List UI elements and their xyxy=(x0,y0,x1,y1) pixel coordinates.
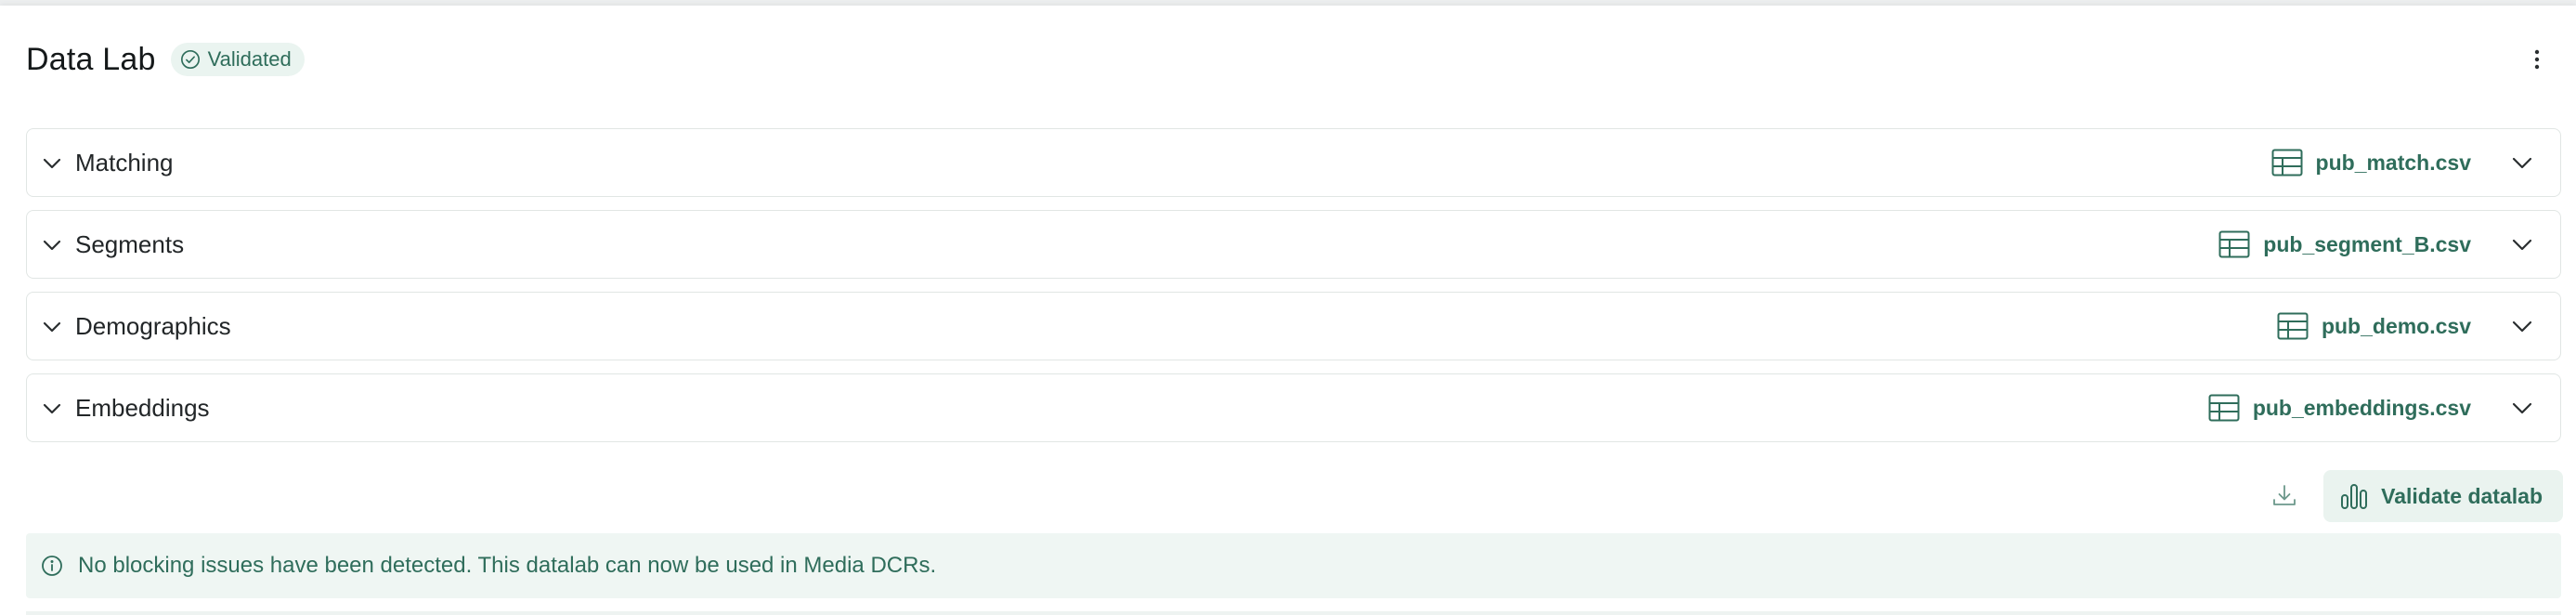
alert-message: No blocking issues have been detected. T… xyxy=(78,553,937,578)
download-icon xyxy=(2273,485,2296,505)
more-options-button[interactable] xyxy=(2518,41,2556,78)
validate-datalab-button[interactable]: Validate datalab xyxy=(2323,470,2563,522)
table-icon xyxy=(2208,394,2240,422)
file-selector[interactable]: pub_match.csv xyxy=(2271,149,2471,177)
bar-chart-icon xyxy=(2341,484,2368,509)
file-name: pub_embeddings.csv xyxy=(2252,395,2471,420)
table-icon xyxy=(2218,230,2250,258)
chevron-down-icon[interactable] xyxy=(40,397,64,421)
datalab-card: Data Lab Validated Matching pub_match.cs… xyxy=(0,6,2576,615)
check-circle-icon xyxy=(180,50,200,69)
file-name: pub_match.csv xyxy=(2315,150,2471,175)
chevron-down-icon[interactable] xyxy=(2508,231,2536,259)
file-selector[interactable]: pub_demo.csv xyxy=(2277,312,2471,340)
table-icon xyxy=(2271,149,2303,177)
chevron-down-icon[interactable] xyxy=(2508,150,2536,177)
divider xyxy=(26,611,2561,615)
table-icon xyxy=(2277,312,2309,340)
file-name: pub_segment_B.csv xyxy=(2263,231,2471,256)
validation-alert: No blocking issues have been detected. T… xyxy=(26,533,2561,598)
section-row-demographics[interactable]: Demographics pub_demo.csv xyxy=(26,292,2561,360)
section-label: Segments xyxy=(75,229,185,258)
action-bar: Validate datalab xyxy=(2260,470,2563,522)
section-row-matching[interactable]: Matching pub_match.csv xyxy=(26,128,2561,197)
file-name: pub_demo.csv xyxy=(2321,313,2471,338)
header: Data Lab Validated xyxy=(26,33,305,85)
section-label: Embeddings xyxy=(75,393,210,422)
chevron-down-icon[interactable] xyxy=(40,315,64,339)
chevron-down-icon[interactable] xyxy=(40,151,64,176)
chevron-down-icon[interactable] xyxy=(2508,313,2536,341)
page-title: Data Lab xyxy=(26,41,156,77)
section-list: Matching pub_match.csv Segments pub_segm… xyxy=(26,128,2561,455)
info-icon xyxy=(42,556,62,576)
status-badge-label: Validated xyxy=(207,47,292,71)
chevron-down-icon[interactable] xyxy=(40,233,64,257)
chevron-down-icon[interactable] xyxy=(2508,395,2536,423)
section-row-segments[interactable]: Segments pub_segment_B.csv xyxy=(26,210,2561,279)
download-button[interactable] xyxy=(2260,472,2309,520)
section-label: Demographics xyxy=(75,311,231,340)
file-selector[interactable]: pub_embeddings.csv xyxy=(2208,394,2471,422)
more-vertical-icon xyxy=(2534,49,2540,70)
file-selector[interactable]: pub_segment_B.csv xyxy=(2218,230,2471,258)
status-badge: Validated xyxy=(170,43,305,76)
section-row-embeddings[interactable]: Embeddings pub_embeddings.csv xyxy=(26,373,2561,442)
section-label: Matching xyxy=(75,148,174,177)
validate-datalab-label: Validate datalab xyxy=(2381,483,2543,508)
